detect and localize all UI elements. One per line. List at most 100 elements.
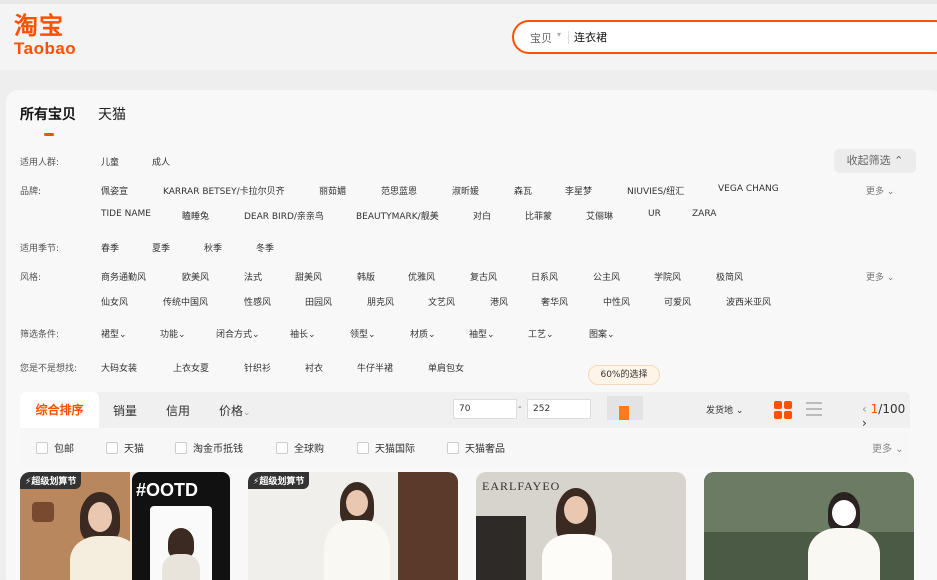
brand-option[interactable]: 森瓦 bbox=[514, 184, 532, 197]
product-card-ootd[interactable]: #OOTD bbox=[132, 472, 230, 580]
condition-dropdown[interactable]: 袖型⌄ bbox=[469, 327, 495, 340]
season-option[interactable]: 夏季 bbox=[152, 241, 170, 254]
brand-more-button[interactable]: 更多 ⌄ bbox=[866, 184, 894, 197]
brand-option[interactable]: NIUVIES/纽汇 bbox=[627, 184, 684, 197]
tab-tmall[interactable]: 天猫 bbox=[98, 104, 126, 124]
filter-label-brand: 品牌: bbox=[20, 187, 42, 197]
suggestion-link[interactable]: 单肩包女 bbox=[428, 361, 464, 374]
style-more-button[interactable]: 更多 ⌄ bbox=[866, 270, 894, 283]
grid-view-icon[interactable] bbox=[774, 401, 792, 419]
brand-option[interactable]: DEAR BIRD/亲亲鸟 bbox=[244, 209, 324, 222]
checkbox-tmall-global[interactable]: 天猫国际 bbox=[357, 440, 415, 455]
style-option[interactable]: 仙女风 bbox=[101, 295, 128, 308]
style-option[interactable]: 学院风 bbox=[654, 270, 681, 283]
list-view-icon[interactable] bbox=[806, 402, 822, 416]
model-dress bbox=[162, 554, 200, 580]
brand-option[interactable]: 瞌睡兔 bbox=[182, 209, 209, 222]
promo-badge: ⚡超级划算节 bbox=[20, 472, 82, 489]
logo-english: Taobao bbox=[14, 39, 77, 58]
season-option[interactable]: 秋季 bbox=[204, 241, 222, 254]
sort-sales[interactable]: 销量 bbox=[113, 402, 137, 419]
brand-option[interactable]: VEGA CHANG bbox=[718, 184, 779, 194]
style-option[interactable]: 优雅风 bbox=[408, 270, 435, 283]
checkbox-tmall-luxury[interactable]: 天猫奢品 bbox=[447, 440, 505, 455]
brand-option[interactable]: KARRAR BETSEY/卡拉尔贝齐 bbox=[163, 184, 285, 197]
ship-from-dropdown[interactable]: 发货地 ⌄ bbox=[706, 403, 743, 416]
suggestion-link[interactable]: 牛仔半裙 bbox=[357, 361, 393, 374]
suggestion-link[interactable]: 大码女装 bbox=[101, 361, 137, 374]
style-option[interactable]: 欧美风 bbox=[182, 270, 209, 283]
style-option[interactable]: 文艺风 bbox=[428, 295, 455, 308]
filter-option[interactable]: 成人 bbox=[152, 155, 170, 168]
checkbox-taojinbi[interactable]: 淘金币抵钱 bbox=[175, 440, 243, 455]
condition-dropdown[interactable]: 裙型⌄ bbox=[101, 327, 127, 340]
sort-credit[interactable]: 信用 bbox=[166, 402, 190, 419]
brand-option[interactable]: UR bbox=[648, 209, 661, 219]
header-strip bbox=[0, 0, 937, 4]
condition-dropdown[interactable]: 图案⌄ bbox=[589, 327, 615, 340]
style-option[interactable]: 甜美风 bbox=[295, 270, 322, 283]
style-option[interactable]: 极简风 bbox=[716, 270, 743, 283]
style-option[interactable]: 法式 bbox=[244, 270, 262, 283]
style-option[interactable]: 传统中国风 bbox=[163, 295, 208, 308]
product-card[interactable]: ⚡超级划算节 bbox=[248, 472, 458, 580]
sort-price[interactable]: 价格⌄ bbox=[219, 402, 251, 419]
filter-option[interactable]: 儿童 bbox=[101, 155, 119, 168]
style-option[interactable]: 商务通勤风 bbox=[101, 270, 146, 283]
season-option[interactable]: 春季 bbox=[101, 241, 119, 254]
taobao-logo[interactable]: 淘宝 Taobao bbox=[14, 12, 94, 62]
bag-icon bbox=[32, 502, 54, 522]
sort-default[interactable]: 综合排序 bbox=[20, 392, 99, 428]
style-option[interactable]: 中性风 bbox=[603, 295, 630, 308]
condition-dropdown[interactable]: 功能⌄ bbox=[160, 327, 186, 340]
condition-dropdown[interactable]: 领型⌄ bbox=[350, 327, 376, 340]
brand-option[interactable]: TIDE NAME bbox=[101, 209, 151, 219]
collapse-filters-button[interactable]: 收起筛选 ⌃ bbox=[834, 149, 916, 173]
tab-all-items[interactable]: 所有宝贝 bbox=[20, 104, 76, 124]
style-option[interactable]: 港风 bbox=[490, 295, 508, 308]
condition-dropdown[interactable]: 材质⌄ bbox=[410, 327, 436, 340]
quick-filter-row: 包邮 天猫 淘金币抵钱 全球购 天猫国际 天猫奢品 更多 ⌄ bbox=[20, 428, 910, 468]
brand-option[interactable]: ZARA bbox=[692, 209, 716, 219]
condition-dropdown[interactable]: 工艺⌄ bbox=[528, 327, 554, 340]
style-option[interactable]: 公主风 bbox=[593, 270, 620, 283]
style-option[interactable]: 田园风 bbox=[305, 295, 332, 308]
price-max-input[interactable]: 252 bbox=[527, 399, 591, 419]
suggestion-link[interactable]: 针织衫 bbox=[244, 361, 271, 374]
style-option[interactable]: 朋克风 bbox=[367, 295, 394, 308]
condition-dropdown[interactable]: 闭合方式⌄ bbox=[216, 327, 260, 340]
quick-filter-more[interactable]: 更多 ⌄ bbox=[872, 440, 904, 455]
product-card[interactable] bbox=[704, 472, 914, 580]
condition-dropdown[interactable]: 袖长⌄ bbox=[290, 327, 316, 340]
style-option[interactable]: 波西米亚风 bbox=[726, 295, 771, 308]
brand-option[interactable]: BEAUTYMARK/靓美 bbox=[356, 209, 439, 222]
chevron-down-icon: ⌄ bbox=[243, 408, 251, 418]
chevron-down-icon: ▾ bbox=[557, 30, 562, 39]
season-option[interactable]: 冬季 bbox=[256, 241, 274, 254]
brand-option[interactable]: 淑昕媛 bbox=[452, 184, 479, 197]
search-category-select[interactable]: 宝贝 bbox=[530, 30, 552, 46]
checkbox-free-shipping[interactable]: 包邮 bbox=[36, 440, 74, 455]
brand-option[interactable]: 艾俪琳 bbox=[586, 209, 613, 222]
checkbox-tmall[interactable]: 天猫 bbox=[106, 440, 144, 455]
style-option[interactable]: 性感风 bbox=[244, 295, 271, 308]
checkbox-global[interactable]: 全球购 bbox=[276, 440, 324, 455]
product-card[interactable]: EARLFAYEO bbox=[476, 472, 686, 580]
style-option[interactable]: 可爱风 bbox=[664, 295, 691, 308]
style-option[interactable]: 复古风 bbox=[470, 270, 497, 283]
style-option[interactable]: 日系风 bbox=[531, 270, 558, 283]
price-min-input[interactable]: 70 bbox=[453, 399, 517, 419]
brand-option[interactable]: 佩姿宣 bbox=[101, 184, 128, 197]
brand-option[interactable]: 丽茹媚 bbox=[319, 184, 346, 197]
brand-option[interactable]: 李星梦 bbox=[565, 184, 592, 197]
search-input[interactable] bbox=[574, 27, 874, 47]
prev-page-icon[interactable]: ‹ bbox=[862, 402, 867, 416]
brand-option[interactable]: 对白 bbox=[473, 209, 491, 222]
price-distribution-chart[interactable] bbox=[607, 396, 643, 420]
brand-option[interactable]: 范思蓝恩 bbox=[381, 184, 417, 197]
brand-option[interactable]: 比菲蒙 bbox=[525, 209, 552, 222]
style-option[interactable]: 韩版 bbox=[357, 270, 375, 283]
suggestion-link[interactable]: 上衣女夏 bbox=[173, 361, 209, 374]
style-option[interactable]: 奢华风 bbox=[541, 295, 568, 308]
suggestion-link[interactable]: 衬衣 bbox=[305, 361, 323, 374]
